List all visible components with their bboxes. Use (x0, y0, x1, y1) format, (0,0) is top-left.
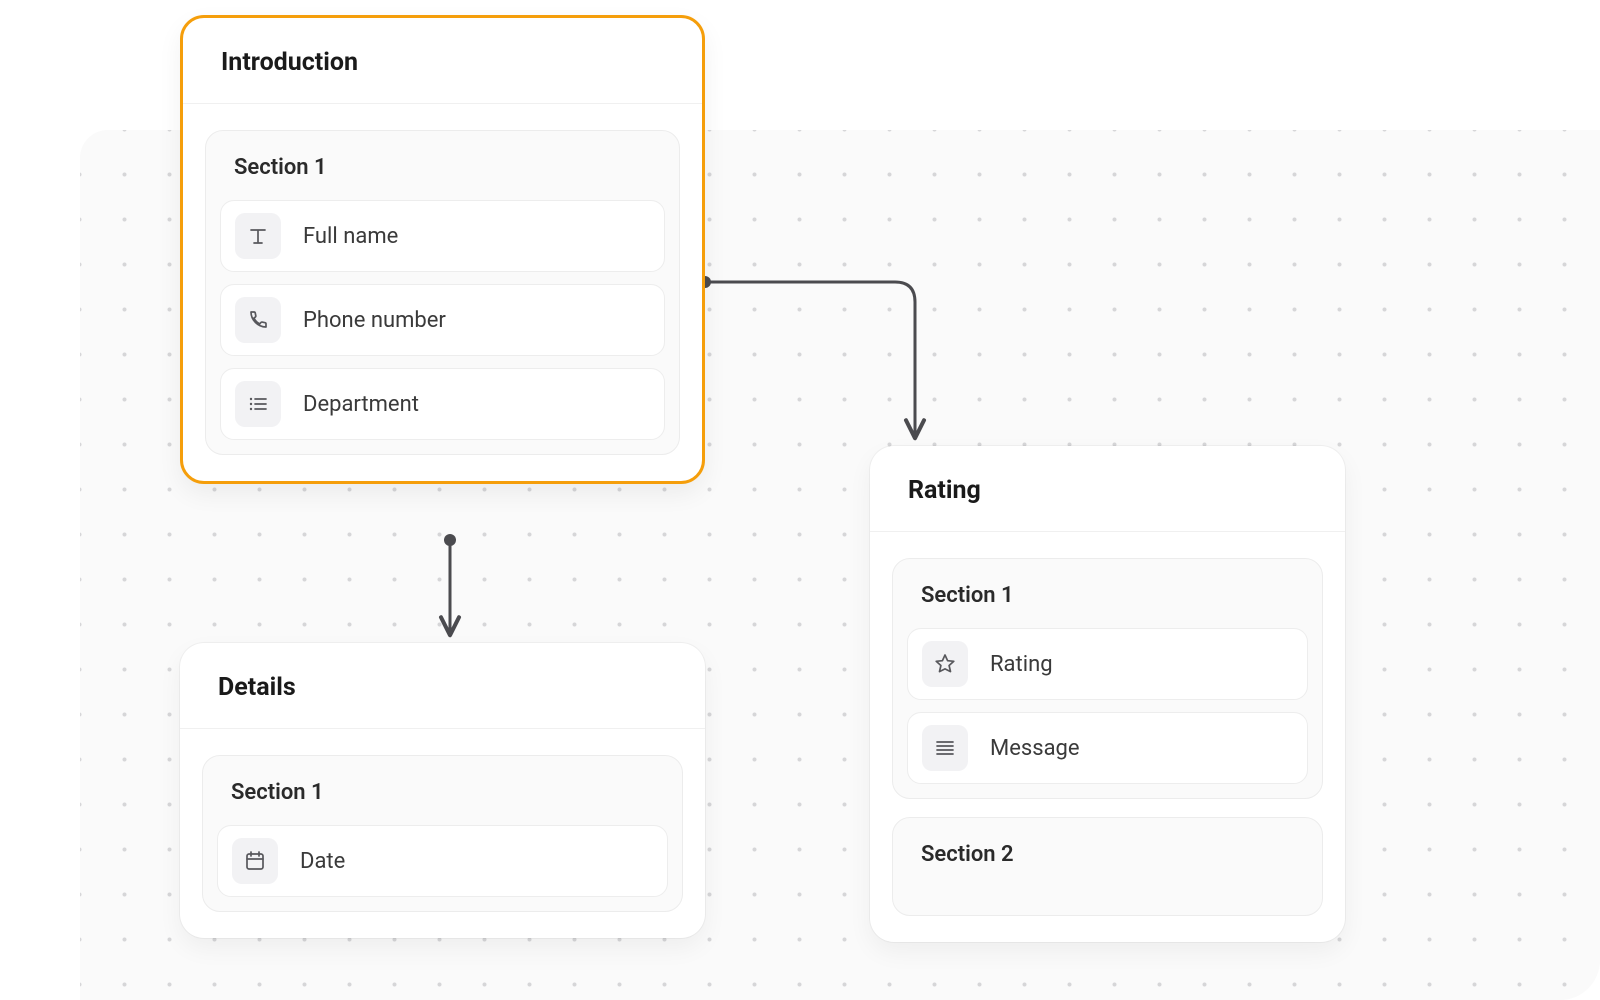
field-message[interactable]: Message (907, 712, 1308, 784)
section[interactable]: Section 1 Rating Message (892, 558, 1323, 799)
section-title: Section 1 (217, 756, 668, 825)
paragraph-icon (922, 725, 968, 771)
field-label: Full name (303, 224, 398, 249)
calendar-icon (232, 838, 278, 884)
star-icon (922, 641, 968, 687)
card-title: Details (180, 643, 705, 729)
canvas-frame: Introduction Section 1 Full name Phone n… (0, 0, 1600, 1000)
card-details[interactable]: Details Section 1 Date (180, 643, 705, 938)
list-icon (235, 381, 281, 427)
field-full-name[interactable]: Full name (220, 200, 665, 272)
field-label: Rating (990, 652, 1053, 677)
section[interactable]: Section 1 Full name Phone number (205, 130, 680, 455)
field-rating[interactable]: Rating (907, 628, 1308, 700)
section-title: Section 1 (907, 559, 1308, 628)
field-label: Department (303, 392, 419, 417)
card-introduction[interactable]: Introduction Section 1 Full name Phone n… (180, 15, 705, 484)
phone-icon (235, 297, 281, 343)
field-label: Message (990, 736, 1080, 761)
field-label: Date (300, 849, 345, 874)
section[interactable]: Section 1 Date (202, 755, 683, 912)
field-department[interactable]: Department (220, 368, 665, 440)
card-title: Rating (870, 446, 1345, 532)
text-icon (235, 213, 281, 259)
section[interactable]: Section 2 (892, 817, 1323, 916)
field-label: Phone number (303, 308, 446, 333)
field-date[interactable]: Date (217, 825, 668, 897)
card-rating[interactable]: Rating Section 1 Rating Message (870, 446, 1345, 942)
card-title: Introduction (183, 18, 702, 104)
field-phone-number[interactable]: Phone number (220, 284, 665, 356)
section-title: Section 1 (220, 131, 665, 200)
section-title: Section 2 (907, 818, 1308, 887)
